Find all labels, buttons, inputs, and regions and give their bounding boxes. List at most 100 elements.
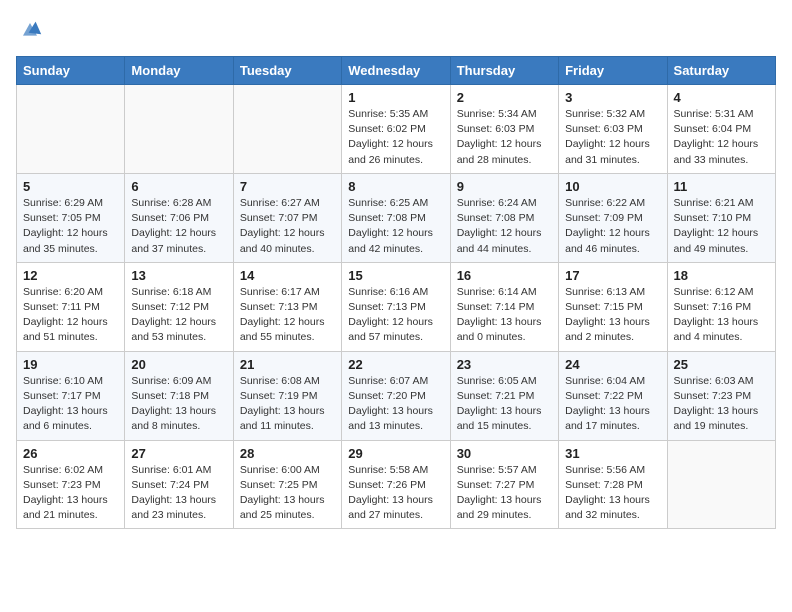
calendar-week-2: 5 Sunrise: 6:29 AMSunset: 7:05 PMDaylight… xyxy=(17,173,776,262)
day-info: Sunrise: 6:07 AMSunset: 7:20 PMDaylight:… xyxy=(348,374,443,435)
calendar-cell: 5 Sunrise: 6:29 AMSunset: 7:05 PMDaylight… xyxy=(17,173,125,262)
day-number: 9 xyxy=(457,179,552,194)
calendar-cell: 29 Sunrise: 5:58 AMSunset: 7:26 PMDayligh… xyxy=(342,440,450,529)
weekday-header-friday: Friday xyxy=(559,57,667,85)
calendar-week-5: 26Sunrise: 6:02 AMSunset: 7:23 PMDayligh… xyxy=(17,440,776,529)
day-number: 20 xyxy=(131,357,226,372)
day-info: Sunrise: 6:20 AMSunset: 7:11 PMDaylight:… xyxy=(23,285,118,346)
day-info: Sunrise: 6:28 AMSunset: 7:06 PMDaylight:… xyxy=(131,196,226,257)
calendar-table: SundayMondayTuesdayWednesdayThursdayFrid… xyxy=(16,56,776,529)
weekday-header-monday: Monday xyxy=(125,57,233,85)
calendar-cell xyxy=(667,440,775,529)
day-info: Sunrise: 5:56 AMSunset: 7:28 PMDaylight:… xyxy=(565,463,660,524)
calendar-cell xyxy=(233,85,341,174)
calendar-cell: 28 Sunrise: 6:00 AMSunset: 7:25 PMDayligh… xyxy=(233,440,341,529)
calendar-header-row: SundayMondayTuesdayWednesdayThursdayFrid… xyxy=(17,57,776,85)
calendar-cell xyxy=(17,85,125,174)
day-info: Sunrise: 6:01 AMSunset: 7:24 PMDaylight:… xyxy=(131,463,226,524)
calendar-cell: 17 Sunrise: 6:13 AMSunset: 7:15 PMDayligh… xyxy=(559,262,667,351)
day-info: Sunrise: 6:04 AMSunset: 7:22 PMDaylight:… xyxy=(565,374,660,435)
day-number: 2 xyxy=(457,90,552,105)
day-info: Sunrise: 6:14 AMSunset: 7:14 PMDaylight:… xyxy=(457,285,552,346)
day-info: Sunrise: 5:32 AMSunset: 6:03 PMDaylight:… xyxy=(565,107,660,168)
day-number: 3 xyxy=(565,90,660,105)
weekday-header-sunday: Sunday xyxy=(17,57,125,85)
calendar-cell: 30 Sunrise: 5:57 AMSunset: 7:27 PMDayligh… xyxy=(450,440,558,529)
day-number: 30 xyxy=(457,446,552,461)
calendar-cell: 20 Sunrise: 6:09 AMSunset: 7:18 PMDayligh… xyxy=(125,351,233,440)
day-info: Sunrise: 5:35 AMSunset: 6:02 PMDaylight:… xyxy=(348,107,443,168)
calendar-week-4: 19Sunrise: 6:10 AMSunset: 7:17 PMDayligh… xyxy=(17,351,776,440)
day-info: Sunrise: 5:58 AMSunset: 7:26 PMDaylight:… xyxy=(348,463,443,524)
day-number: 18 xyxy=(674,268,769,283)
day-info: Sunrise: 6:16 AMSunset: 7:13 PMDaylight:… xyxy=(348,285,443,346)
calendar-week-1: 1Sunrise: 5:35 AMSunset: 6:02 PMDaylight… xyxy=(17,85,776,174)
day-number: 23 xyxy=(457,357,552,372)
day-info: Sunrise: 6:25 AMSunset: 7:08 PMDaylight:… xyxy=(348,196,443,257)
day-number: 21 xyxy=(240,357,335,372)
day-number: 22 xyxy=(348,357,443,372)
calendar-cell: 6Sunrise: 6:28 AMSunset: 7:06 PMDaylight… xyxy=(125,173,233,262)
day-number: 19 xyxy=(23,357,118,372)
page-header xyxy=(16,16,776,44)
day-info: Sunrise: 6:27 AMSunset: 7:07 PMDaylight:… xyxy=(240,196,335,257)
calendar-cell: 18 Sunrise: 6:12 AMSunset: 7:16 PMDayligh… xyxy=(667,262,775,351)
calendar-cell: 25Sunrise: 6:03 AMSunset: 7:23 PMDayligh… xyxy=(667,351,775,440)
day-info: Sunrise: 5:57 AMSunset: 7:27 PMDaylight:… xyxy=(457,463,552,524)
day-info: Sunrise: 6:00 AMSunset: 7:25 PMDaylight:… xyxy=(240,463,335,524)
weekday-header-tuesday: Tuesday xyxy=(233,57,341,85)
calendar-cell: 12 Sunrise: 6:20 AMSunset: 7:11 PMDayligh… xyxy=(17,262,125,351)
page-container: SundayMondayTuesdayWednesdayThursdayFrid… xyxy=(0,0,792,539)
day-info: Sunrise: 6:12 AMSunset: 7:16 PMDaylight:… xyxy=(674,285,769,346)
day-number: 5 xyxy=(23,179,118,194)
calendar-cell: 27 Sunrise: 6:01 AMSunset: 7:24 PMDayligh… xyxy=(125,440,233,529)
weekday-header-saturday: Saturday xyxy=(667,57,775,85)
calendar-cell: 14Sunrise: 6:17 AMSunset: 7:13 PMDayligh… xyxy=(233,262,341,351)
calendar-cell: 4 Sunrise: 5:31 AMSunset: 6:04 PMDaylight… xyxy=(667,85,775,174)
day-number: 11 xyxy=(674,179,769,194)
day-number: 28 xyxy=(240,446,335,461)
day-number: 24 xyxy=(565,357,660,372)
day-number: 13 xyxy=(131,268,226,283)
day-number: 4 xyxy=(674,90,769,105)
calendar-cell: 31 Sunrise: 5:56 AMSunset: 7:28 PMDayligh… xyxy=(559,440,667,529)
day-number: 16 xyxy=(457,268,552,283)
day-info: Sunrise: 6:22 AMSunset: 7:09 PMDaylight:… xyxy=(565,196,660,257)
logo xyxy=(16,16,48,44)
day-info: Sunrise: 6:08 AMSunset: 7:19 PMDaylight:… xyxy=(240,374,335,435)
weekday-header-wednesday: Wednesday xyxy=(342,57,450,85)
calendar-cell: 9 Sunrise: 6:24 AMSunset: 7:08 PMDaylight… xyxy=(450,173,558,262)
calendar-cell: 3 Sunrise: 5:32 AMSunset: 6:03 PMDaylight… xyxy=(559,85,667,174)
day-info: Sunrise: 5:34 AMSunset: 6:03 PMDaylight:… xyxy=(457,107,552,168)
calendar-cell: 7 Sunrise: 6:27 AMSunset: 7:07 PMDaylight… xyxy=(233,173,341,262)
calendar-cell: 1Sunrise: 5:35 AMSunset: 6:02 PMDaylight… xyxy=(342,85,450,174)
calendar-cell: 16 Sunrise: 6:14 AMSunset: 7:14 PMDayligh… xyxy=(450,262,558,351)
day-info: Sunrise: 6:17 AMSunset: 7:13 PMDaylight:… xyxy=(240,285,335,346)
day-info: Sunrise: 5:31 AMSunset: 6:04 PMDaylight:… xyxy=(674,107,769,168)
day-info: Sunrise: 6:29 AMSunset: 7:05 PMDaylight:… xyxy=(23,196,118,257)
day-number: 17 xyxy=(565,268,660,283)
day-info: Sunrise: 6:21 AMSunset: 7:10 PMDaylight:… xyxy=(674,196,769,257)
calendar-cell: 22 Sunrise: 6:07 AMSunset: 7:20 PMDayligh… xyxy=(342,351,450,440)
weekday-header-thursday: Thursday xyxy=(450,57,558,85)
day-info: Sunrise: 6:03 AMSunset: 7:23 PMDaylight:… xyxy=(674,374,769,435)
day-info: Sunrise: 6:09 AMSunset: 7:18 PMDaylight:… xyxy=(131,374,226,435)
day-number: 10 xyxy=(565,179,660,194)
calendar-week-3: 12 Sunrise: 6:20 AMSunset: 7:11 PMDayligh… xyxy=(17,262,776,351)
calendar-cell: 13 Sunrise: 6:18 AMSunset: 7:12 PMDayligh… xyxy=(125,262,233,351)
day-info: Sunrise: 6:18 AMSunset: 7:12 PMDaylight:… xyxy=(131,285,226,346)
day-number: 8 xyxy=(348,179,443,194)
day-info: Sunrise: 6:02 AMSunset: 7:23 PMDaylight:… xyxy=(23,463,118,524)
day-number: 31 xyxy=(565,446,660,461)
day-number: 27 xyxy=(131,446,226,461)
day-number: 29 xyxy=(348,446,443,461)
logo-icon xyxy=(16,16,44,44)
day-number: 12 xyxy=(23,268,118,283)
day-info: Sunrise: 6:24 AMSunset: 7:08 PMDaylight:… xyxy=(457,196,552,257)
day-info: Sunrise: 6:13 AMSunset: 7:15 PMDaylight:… xyxy=(565,285,660,346)
calendar-cell: 10 Sunrise: 6:22 AMSunset: 7:09 PMDayligh… xyxy=(559,173,667,262)
day-number: 7 xyxy=(240,179,335,194)
calendar-cell: 11 Sunrise: 6:21 AMSunset: 7:10 PMDayligh… xyxy=(667,173,775,262)
calendar-cell: 19Sunrise: 6:10 AMSunset: 7:17 PMDayligh… xyxy=(17,351,125,440)
day-info: Sunrise: 6:05 AMSunset: 7:21 PMDaylight:… xyxy=(457,374,552,435)
